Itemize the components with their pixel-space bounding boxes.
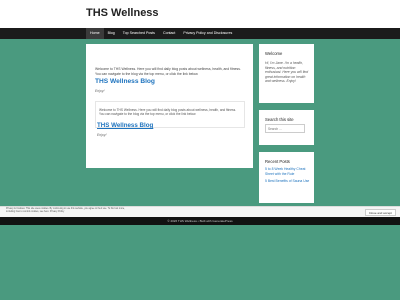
cookie-notice-bar: Privacy & Cookies: This site uses cookie… — [0, 206, 400, 217]
enjoy-text-2: Enjoy! — [97, 133, 107, 137]
search-widget-title: Search this site — [265, 117, 294, 122]
nav-item-top-searched-posts[interactable]: Top Searched Posts — [119, 28, 159, 39]
site-header: THS Wellness — [0, 0, 400, 28]
recent-post-link[interactable]: 5 to 8 Week Healthy Cheat Sheet with the… — [265, 167, 310, 176]
quote-paragraph: Welcome to THS Wellness. Here you will f… — [99, 108, 237, 117]
welcome-widget: Welcome Hi, I'm Jane. I'm a health, fitn… — [259, 44, 314, 103]
footer-copyright: © 2026 THS Wellness • Built with Generat… — [167, 219, 233, 223]
search-widget: Search this site — [259, 110, 314, 145]
blog-link[interactable]: THS Wellness Blog — [97, 122, 153, 129]
welcome-widget-body: Hi, I'm Jane. I'm a health, fitness, and… — [265, 61, 309, 84]
recent-posts-title: Recent Posts — [265, 159, 290, 164]
recent-post-link[interactable]: 5 Best Benefits of Sauna Use — [265, 179, 310, 184]
main-content-card: Welcome to THS Wellness. Here you will f… — [86, 44, 253, 168]
site-footer: © 2026 THS Wellness • Built with Generat… — [0, 217, 400, 225]
cookie-notice-text: Privacy & Cookies: This site uses cookie… — [6, 208, 125, 213]
nav-item-privacy-policy[interactable]: Privacy Policy and Disclosures — [179, 28, 236, 39]
nav-item-blog[interactable]: Blog — [104, 28, 119, 39]
recent-posts-widget: Recent Posts 5 to 8 Week Healthy Cheat S… — [259, 152, 314, 203]
search-input[interactable] — [265, 124, 305, 133]
nav-item-contact[interactable]: Contact — [159, 28, 179, 39]
main-navigation: Home Blog Top Searched Posts Contact Pri… — [0, 28, 400, 39]
intro-paragraph: Welcome to THS Wellness. Here you will f… — [95, 67, 241, 76]
enjoy-text: Enjoy! — [95, 89, 105, 93]
recent-posts-list: 5 to 8 Week Healthy Cheat Sheet with the… — [265, 167, 310, 187]
nav-menu: Home Blog Top Searched Posts Contact Pri… — [86, 28, 236, 39]
nav-item-home[interactable]: Home — [86, 28, 104, 39]
accept-cookies-button[interactable]: Close and accept — [364, 209, 396, 216]
blog-heading[interactable]: THS Wellness Blog — [95, 78, 155, 85]
welcome-widget-title: Welcome — [265, 51, 283, 56]
site-title[interactable]: THS Wellness — [86, 7, 159, 19]
